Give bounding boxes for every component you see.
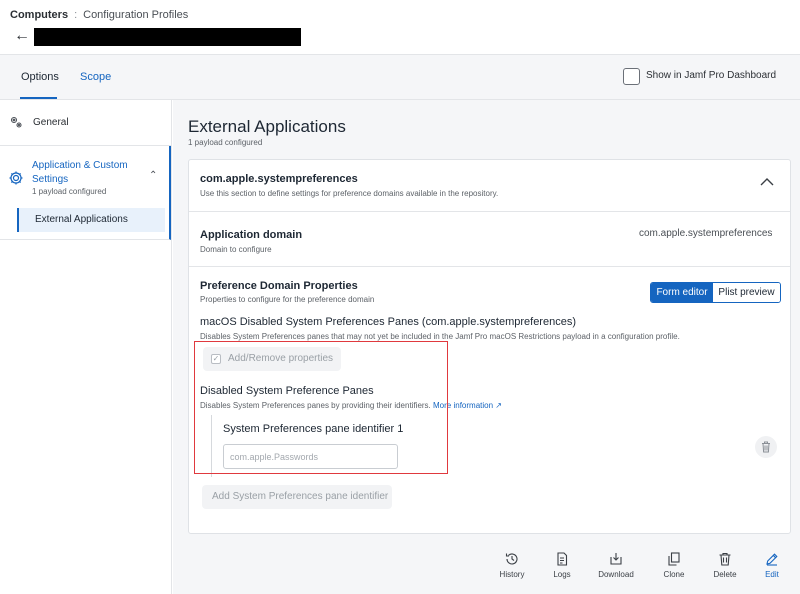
add-pane-identifier-label: Add System Preferences pane identifier xyxy=(212,491,389,502)
chevron-up-icon[interactable]: ⌃ xyxy=(149,170,157,181)
application-domain-description: Domain to configure xyxy=(200,245,272,254)
show-in-dashboard-checkbox[interactable] xyxy=(623,68,640,85)
logs-icon xyxy=(557,552,568,566)
back-arrow-icon[interactable]: ← xyxy=(14,27,30,45)
gear-icon xyxy=(9,171,23,185)
add-remove-properties-label: Add/Remove properties xyxy=(228,353,334,364)
plist-preview-button[interactable]: Plist preview xyxy=(713,283,780,302)
add-remove-properties-button[interactable]: ✓ Add/Remove properties xyxy=(203,347,341,371)
sidebar-item-general[interactable]: General xyxy=(0,100,171,146)
payload-sidebar: General Application & Custom Settings 1 … xyxy=(0,100,172,594)
clone-label: Clone xyxy=(663,570,685,579)
pane-identifier-input[interactable] xyxy=(223,444,398,469)
main-content: External Applications 1 payload configur… xyxy=(173,100,800,594)
array-item-divider xyxy=(211,415,212,477)
page-subtitle: 1 payload configured xyxy=(188,138,263,147)
external-link-icon: ↗ xyxy=(495,401,502,410)
page-title: External Applications xyxy=(188,117,346,136)
macos-panes-title: macOS Disabled System Preferences Panes … xyxy=(200,316,576,328)
logs-label: Logs xyxy=(553,570,571,579)
pane-identifier-label: System Preferences pane identifier 1 xyxy=(223,423,404,435)
disabled-panes-description: Disables System Preferences panes by pro… xyxy=(200,401,502,410)
preference-domain-properties-description: Properties to configure for the preferen… xyxy=(200,295,375,304)
preference-domain-properties-title: Preference Domain Properties xyxy=(200,280,358,292)
sidebar-item-general-label: General xyxy=(33,117,69,128)
active-tab-indicator xyxy=(20,97,57,99)
application-domain-section: Application domain Domain to configure c… xyxy=(189,212,790,267)
general-settings-icon xyxy=(10,116,22,128)
edit-button[interactable]: Edit xyxy=(747,552,797,579)
breadcrumb-configuration-profiles[interactable]: Configuration Profiles xyxy=(83,9,188,21)
macos-panes-description: Disables System Preferences panes that m… xyxy=(200,332,680,341)
tab-options[interactable]: Options xyxy=(21,71,59,83)
tab-bar: Options Scope Show in Jamf Pro Dashboard xyxy=(0,54,800,100)
download-label: Download xyxy=(598,570,634,579)
domain-section-description: Use this section to define settings for … xyxy=(200,189,499,198)
delete-trash-icon xyxy=(719,552,731,566)
edit-pencil-icon xyxy=(766,553,778,566)
delete-label: Delete xyxy=(713,570,737,579)
domain-section-title: com.apple.systempreferences xyxy=(200,173,358,185)
logs-button[interactable]: Logs xyxy=(537,552,587,579)
checkbox-icon: ✓ xyxy=(211,354,221,364)
disabled-panes-description-text: Disables System Preferences panes by pro… xyxy=(200,401,431,410)
history-icon xyxy=(505,553,518,565)
history-button[interactable]: History xyxy=(487,552,537,579)
form-editor-button[interactable]: Form editor xyxy=(651,283,713,302)
sidebar-item-external-applications[interactable]: External Applications xyxy=(17,208,165,232)
delete-button[interactable]: Delete xyxy=(700,552,750,579)
sidebar-item-application-custom-settings-label[interactable]: Application & Custom Settings xyxy=(32,159,142,187)
add-pane-identifier-button[interactable]: Add System Preferences pane identifier xyxy=(202,485,392,509)
sidebar-item-external-applications-label: External Applications xyxy=(35,214,128,225)
breadcrumb: Computers : Configuration Profiles xyxy=(10,9,188,21)
download-icon xyxy=(610,553,622,565)
collapse-chevron-icon[interactable] xyxy=(759,174,775,190)
editor-mode-toggle: Form editor Plist preview xyxy=(650,282,781,303)
application-domain-title: Application domain xyxy=(200,229,303,241)
more-information-link-text: More information xyxy=(433,401,494,410)
application-domain-value: com.apple.systempreferences xyxy=(639,228,773,239)
action-bar: History Logs Download Clone Delete Edit xyxy=(486,552,796,588)
disabled-panes-title: Disabled System Preference Panes xyxy=(200,385,374,397)
history-label: History xyxy=(499,570,525,579)
breadcrumb-computers[interactable]: Computers xyxy=(10,9,68,21)
tab-scope[interactable]: Scope xyxy=(80,71,111,83)
trash-icon xyxy=(762,441,770,453)
edit-label: Edit xyxy=(765,570,779,579)
show-in-dashboard-label: Show in Jamf Pro Dashboard xyxy=(646,70,777,81)
header: Computers : Configuration Profiles ← xyxy=(0,0,800,54)
payload-card: com.apple.systempreferences Use this sec… xyxy=(188,159,791,534)
more-information-link[interactable]: More information ↗ xyxy=(433,401,502,410)
breadcrumb-separator: : xyxy=(74,9,78,21)
payload-count: 1 payload configured xyxy=(32,187,107,196)
delete-item-button[interactable] xyxy=(755,436,777,458)
domain-section-header: com.apple.systempreferences Use this sec… xyxy=(189,160,790,212)
clone-button[interactable]: Clone xyxy=(649,552,699,579)
download-button[interactable]: Download xyxy=(591,552,641,579)
redacted-profile-name xyxy=(34,28,301,46)
clone-icon xyxy=(668,552,680,566)
